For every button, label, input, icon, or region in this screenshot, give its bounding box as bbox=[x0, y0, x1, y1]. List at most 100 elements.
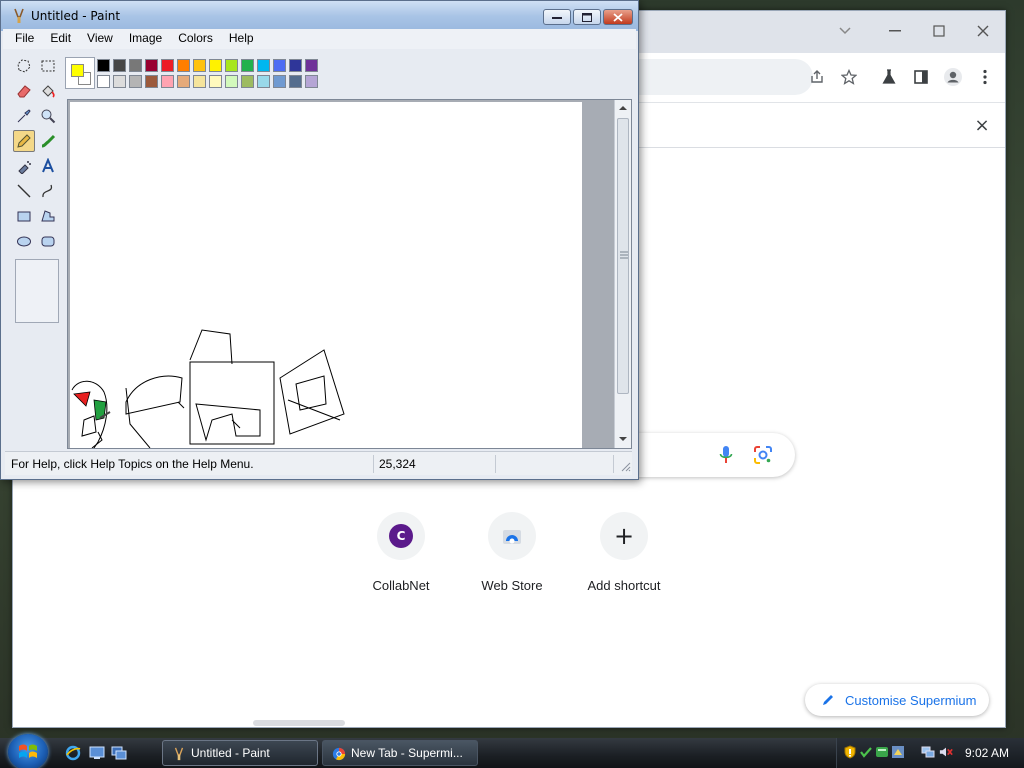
fill-tool[interactable] bbox=[37, 80, 59, 102]
paint-titlebar[interactable]: Untitled - Paint bbox=[1, 1, 638, 31]
current-colors[interactable] bbox=[65, 57, 95, 89]
rounded-rectangle-tool[interactable] bbox=[37, 230, 59, 252]
menu-view[interactable]: View bbox=[79, 29, 121, 49]
taskbar: Untitled - Paint New Tab - Supermi... 9:… bbox=[0, 734, 1024, 768]
palette-swatch[interactable] bbox=[113, 75, 126, 88]
paint-close-button[interactable] bbox=[603, 9, 633, 25]
palette-swatch[interactable] bbox=[305, 75, 318, 88]
palette-swatch[interactable] bbox=[209, 75, 222, 88]
brush-tool[interactable] bbox=[37, 130, 59, 152]
palette-swatch[interactable] bbox=[225, 59, 238, 72]
canvas-vertical-scrollbar[interactable] bbox=[614, 100, 631, 448]
drawing-canvas[interactable] bbox=[70, 102, 582, 449]
palette-swatch[interactable] bbox=[193, 59, 206, 72]
color-picker-tool[interactable] bbox=[13, 105, 35, 127]
palette-swatch[interactable] bbox=[305, 59, 318, 72]
palette-swatch[interactable] bbox=[273, 75, 286, 88]
palette-swatch[interactable] bbox=[257, 75, 270, 88]
browser-minimize-button[interactable] bbox=[875, 17, 915, 45]
close-icon bbox=[977, 25, 989, 37]
search-box[interactable] bbox=[613, 433, 795, 477]
green-app-icon[interactable] bbox=[875, 745, 889, 759]
taskbar-item-paint[interactable]: Untitled - Paint bbox=[162, 740, 318, 766]
menu-file[interactable]: File bbox=[7, 29, 42, 49]
update-check-icon[interactable] bbox=[859, 745, 873, 759]
menu-colors[interactable]: Colors bbox=[170, 29, 221, 49]
palette-swatch[interactable] bbox=[241, 59, 254, 72]
profile-button[interactable] bbox=[941, 65, 965, 89]
browser-close-button[interactable] bbox=[963, 17, 1003, 45]
pencil-tool[interactable] bbox=[13, 130, 35, 152]
toolbox bbox=[9, 53, 65, 447]
labs-button[interactable] bbox=[877, 65, 901, 89]
palette-swatch[interactable] bbox=[145, 75, 158, 88]
rectangle-tool[interactable] bbox=[13, 205, 35, 227]
palette-swatch[interactable] bbox=[273, 59, 286, 72]
menu-edit[interactable]: Edit bbox=[42, 29, 79, 49]
palette-swatch[interactable] bbox=[177, 59, 190, 72]
voice-search-button[interactable] bbox=[719, 445, 733, 469]
image-search-button[interactable] bbox=[753, 445, 773, 469]
text-tool[interactable] bbox=[37, 155, 59, 177]
palette-swatch[interactable] bbox=[161, 59, 174, 72]
bookmark-star-button[interactable] bbox=[837, 65, 861, 89]
curve-tool[interactable] bbox=[37, 180, 59, 202]
scrollbar-thumb[interactable] bbox=[617, 118, 629, 394]
taskbar-item-supermium[interactable]: New Tab - Supermi... bbox=[322, 740, 478, 766]
palette-swatch[interactable] bbox=[289, 59, 302, 72]
shortcut-add[interactable]: + Add shortcut bbox=[574, 512, 674, 593]
share-button[interactable] bbox=[805, 65, 829, 89]
network-icon[interactable] bbox=[921, 745, 935, 759]
shortcut-collabnet[interactable]: C CollabNet bbox=[351, 512, 451, 593]
shortcut-add-tile: + bbox=[600, 512, 648, 560]
palette-swatch[interactable] bbox=[177, 75, 190, 88]
palette-swatch[interactable] bbox=[129, 75, 142, 88]
palette-swatch[interactable] bbox=[97, 75, 110, 88]
start-button[interactable] bbox=[8, 734, 48, 768]
shortcut-web-store[interactable]: Web Store bbox=[462, 512, 562, 593]
menu-image[interactable]: Image bbox=[121, 29, 170, 49]
menu-button[interactable] bbox=[973, 65, 997, 89]
foreground-color-swatch[interactable] bbox=[71, 64, 84, 77]
quicklaunch-switch-windows[interactable] bbox=[110, 744, 128, 762]
palette-swatch[interactable] bbox=[129, 59, 142, 72]
quicklaunch-show-desktop[interactable] bbox=[88, 744, 106, 762]
paint-maximize-button[interactable] bbox=[573, 9, 601, 25]
windows-logo-icon bbox=[19, 744, 37, 758]
select-icon bbox=[41, 60, 55, 72]
security-shield-icon[interactable] bbox=[843, 745, 857, 759]
status-separator bbox=[613, 455, 614, 473]
browser-tab-search-button[interactable] bbox=[825, 17, 865, 45]
palette-swatch[interactable] bbox=[145, 59, 158, 72]
palette-swatch[interactable] bbox=[257, 59, 270, 72]
palette-swatch[interactable] bbox=[209, 59, 222, 72]
resize-grip-icon[interactable] bbox=[619, 460, 631, 472]
palette-swatch[interactable] bbox=[97, 59, 110, 72]
eraser-tool[interactable] bbox=[13, 80, 35, 102]
paint-minimize-button[interactable] bbox=[543, 9, 571, 25]
airbrush-tool[interactable] bbox=[13, 155, 35, 177]
tray-app-icon[interactable] bbox=[891, 745, 905, 759]
side-panel-button[interactable] bbox=[909, 65, 933, 89]
info-bar-close-button[interactable]: × bbox=[973, 115, 991, 136]
customise-button[interactable]: Customise Supermium bbox=[805, 684, 989, 716]
tool-options-box[interactable] bbox=[15, 259, 59, 323]
volume-muted-icon[interactable] bbox=[939, 745, 953, 759]
palette-swatch[interactable] bbox=[193, 75, 206, 88]
free-form-select-tool[interactable] bbox=[13, 55, 35, 77]
ellipse-tool[interactable] bbox=[13, 230, 35, 252]
browser-maximize-button[interactable] bbox=[919, 17, 959, 45]
quicklaunch-internet-explorer[interactable] bbox=[64, 744, 82, 762]
palette-swatch[interactable] bbox=[161, 75, 174, 88]
polygon-tool[interactable] bbox=[37, 205, 59, 227]
menu-help[interactable]: Help bbox=[221, 29, 262, 49]
horizontal-scrollbar[interactable] bbox=[253, 720, 345, 726]
line-tool[interactable] bbox=[13, 180, 35, 202]
magnifier-tool[interactable] bbox=[37, 105, 59, 127]
taskbar-item-label: Untitled - Paint bbox=[191, 746, 270, 760]
palette-swatch[interactable] bbox=[241, 75, 254, 88]
select-tool[interactable] bbox=[37, 55, 59, 77]
palette-swatch[interactable] bbox=[289, 75, 302, 88]
palette-swatch[interactable] bbox=[113, 59, 126, 72]
palette-swatch[interactable] bbox=[225, 75, 238, 88]
